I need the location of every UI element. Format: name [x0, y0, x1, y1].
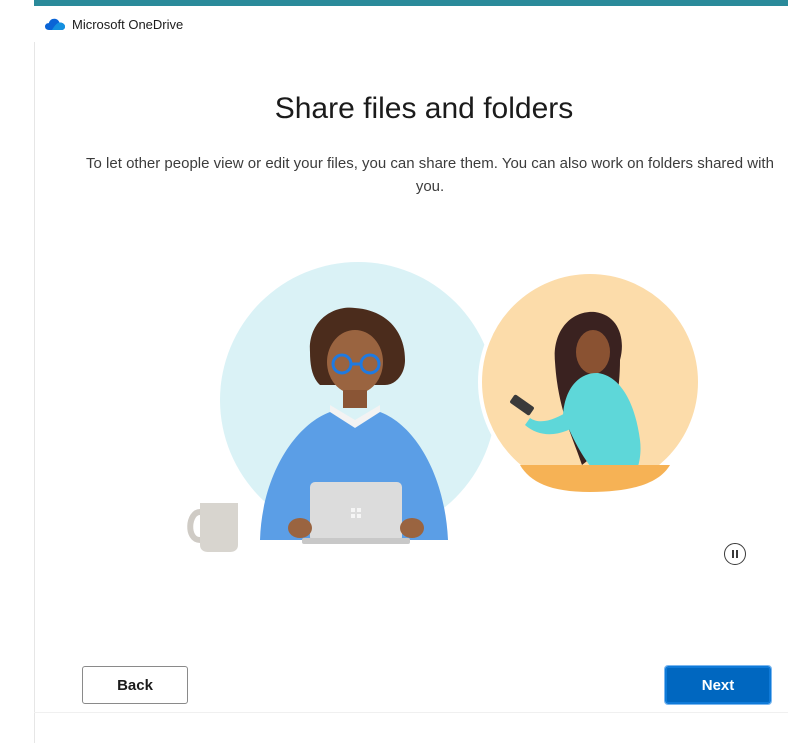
- left-woman-face: [327, 330, 383, 394]
- coffee-mug: [200, 503, 238, 552]
- right-woman-face: [576, 330, 610, 374]
- onedrive-setup-window: Microsoft OneDrive Share files and folde…: [0, 0, 788, 743]
- next-button[interactable]: Next: [664, 665, 772, 705]
- page-subtitle: To let other people view or edit your fi…: [86, 155, 774, 195]
- pause-icon: [732, 550, 734, 558]
- laptop: [310, 482, 402, 542]
- page-heading: Share files and folders: [274, 92, 574, 125]
- back-button[interactable]: Back: [82, 666, 188, 704]
- sharing-illustration: [187, 262, 702, 552]
- window-left-edge: [0, 0, 35, 743]
- onedrive-cloud-icon: [45, 18, 65, 30]
- bottom-divider: [34, 712, 788, 713]
- pause-animation-button[interactable]: [724, 543, 746, 565]
- title-bar: Microsoft OneDrive: [34, 6, 788, 42]
- app-title: Microsoft OneDrive: [72, 16, 184, 32]
